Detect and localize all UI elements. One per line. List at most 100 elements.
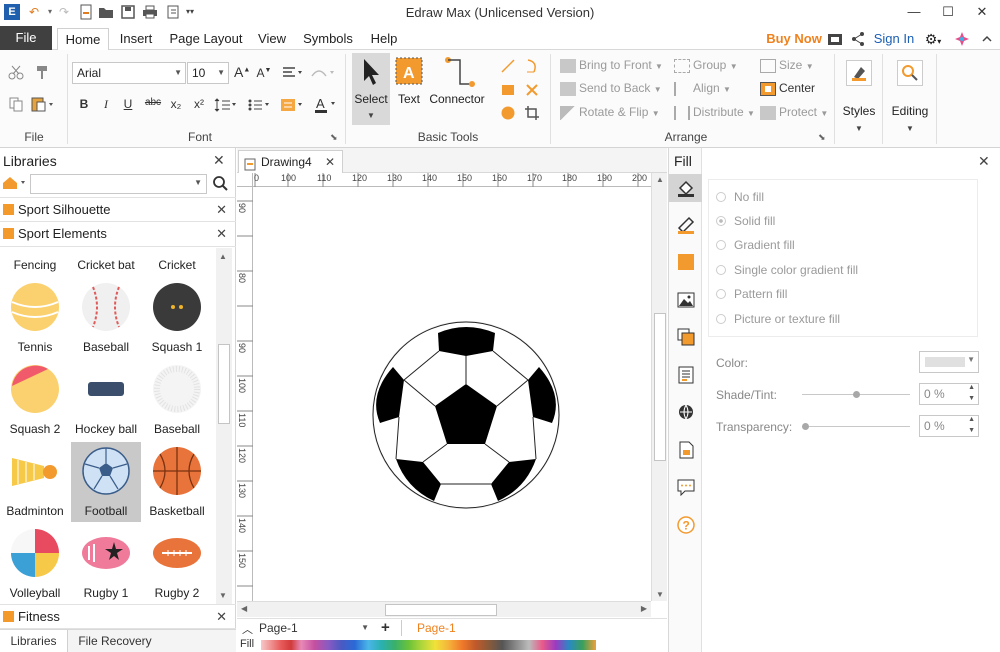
subscript-button[interactable]: x₂ — [168, 97, 184, 111]
shape-badminton[interactable]: Badminton — [0, 442, 70, 522]
fill-panel-close-icon[interactable]: ✕ — [978, 153, 990, 170]
active-page-tab[interactable]: Page-1 — [417, 621, 456, 635]
strikethrough-button[interactable]: abc — [142, 97, 164, 108]
maximize-button[interactable]: ☐ — [934, 2, 962, 22]
distribute-button[interactable]: Distribute ▼ — [674, 105, 755, 120]
rotate-flip-button[interactable]: Rotate & Flip ▼ — [560, 105, 660, 120]
tab-home[interactable]: Home — [57, 28, 109, 51]
copy-icon[interactable] — [8, 96, 24, 115]
underline-button[interactable]: U — [120, 97, 136, 111]
connector-tool-button[interactable]: Connector — [426, 56, 488, 126]
close-library-icon[interactable]: ✕ — [216, 198, 227, 222]
radio-picture-texture-fill[interactable]: Picture or texture fill — [716, 312, 840, 326]
font-size-select[interactable]: 10 ▼ — [187, 62, 229, 84]
scrollbar-thumb[interactable] — [654, 313, 666, 461]
select-tool-button[interactable]: Select ▼ — [352, 53, 390, 125]
shape-cricket-bat[interactable]: Cricket bat — [71, 248, 141, 276]
radio-solid-fill[interactable]: Solid fill — [716, 214, 775, 228]
color-swatches[interactable] — [261, 640, 596, 650]
rectangle-tool-icon[interactable] — [500, 82, 516, 101]
text-tool-button[interactable]: A Text — [394, 56, 424, 126]
line-spacing-icon[interactable] — [214, 98, 236, 115]
shape-squash-1[interactable]: Squash 1 — [142, 278, 212, 358]
color-picker[interactable]: ▼ — [919, 351, 979, 373]
apps-icon[interactable] — [952, 28, 972, 50]
transparency-slider[interactable] — [802, 423, 910, 430]
shape-gallery-scrollbar[interactable]: ▲ ▼ — [216, 248, 232, 604]
shrink-font-button[interactable]: A▼ — [256, 66, 272, 80]
format-painter-icon[interactable] — [34, 64, 50, 83]
text-direction-icon[interactable] — [310, 66, 336, 83]
tab-page-layout[interactable]: Page Layout — [164, 28, 248, 50]
store-icon[interactable] — [826, 28, 844, 50]
shade-slider[interactable] — [802, 391, 910, 398]
shape-football[interactable]: Football — [71, 442, 141, 522]
paste-icon[interactable] — [30, 96, 54, 115]
font-dialog-launcher-icon[interactable]: ⬊ — [330, 132, 338, 143]
layer-icon[interactable] — [677, 328, 695, 346]
ellipse-tool-icon[interactable] — [500, 105, 516, 124]
minimize-button[interactable]: — — [900, 2, 928, 22]
shape-baseball[interactable]: Baseball — [71, 278, 141, 358]
hyperlink-icon[interactable] — [677, 403, 695, 421]
library-search-input[interactable]: ▼ — [30, 174, 207, 194]
shape-cricket[interactable]: Cricket — [142, 248, 212, 276]
radio-single-color-gradient-fill[interactable]: Single color gradient fill — [716, 263, 858, 277]
sign-in-link[interactable]: Sign In — [872, 28, 916, 50]
tab-libraries[interactable]: Libraries — [0, 630, 68, 652]
size-button[interactable]: Size ▼ — [760, 58, 814, 73]
settings-gear-icon[interactable]: ⚙▾ — [920, 28, 946, 50]
font-name-select[interactable]: Arial ▼ — [72, 62, 186, 84]
font-color-button[interactable]: A — [314, 96, 338, 117]
library-home-icon[interactable] — [2, 175, 28, 194]
close-document-icon[interactable]: ✕ — [325, 151, 335, 173]
collapse-ribbon-icon[interactable] — [978, 28, 996, 50]
align-button[interactable]: Align ▼ — [674, 81, 731, 96]
close-button[interactable]: ✕ — [968, 2, 996, 22]
line-icon[interactable] — [677, 216, 695, 234]
document-tab[interactable]: Drawing4 ✕ — [238, 150, 343, 173]
comment-icon[interactable] — [677, 478, 695, 496]
shape-tennis[interactable]: Tennis — [0, 278, 70, 358]
cross-tool-icon[interactable] — [524, 82, 540, 101]
buy-now-link[interactable]: Buy Now — [764, 28, 824, 50]
protect-button[interactable]: Protect ▼ — [760, 105, 828, 120]
close-library-icon[interactable]: ✕ — [216, 605, 227, 629]
arc-tool-icon[interactable] — [524, 58, 540, 77]
fill-icon[interactable] — [677, 179, 695, 197]
add-page-icon[interactable]: + — [381, 619, 390, 636]
radio-pattern-fill[interactable]: Pattern fill — [716, 287, 787, 301]
image-icon[interactable] — [677, 291, 695, 309]
tab-file-recovery[interactable]: File Recovery — [70, 630, 160, 652]
tab-insert[interactable]: Insert — [112, 28, 160, 50]
tab-file[interactable]: File — [0, 26, 52, 50]
library-search-icon[interactable] — [212, 175, 228, 194]
page-icon[interactable] — [677, 366, 695, 384]
arrange-dialog-launcher-icon[interactable]: ⬊ — [818, 132, 826, 143]
share-icon[interactable] — [849, 28, 867, 50]
tab-view[interactable]: View — [252, 28, 292, 50]
library-section-sport-silhouette[interactable]: Sport Silhouette ✕ — [0, 197, 236, 222]
shape-fencing[interactable]: Fencing — [0, 248, 70, 276]
text-align-icon[interactable] — [282, 66, 304, 83]
canvas-vertical-scrollbar[interactable]: ▲ ▼ — [651, 173, 667, 601]
text-highlight-icon[interactable] — [280, 97, 304, 116]
shape-volleyball[interactable]: Volleyball — [0, 524, 70, 604]
attachment-icon[interactable] — [677, 441, 695, 459]
collapse-pages-icon[interactable]: ︿ — [242, 621, 253, 637]
crop-tool-icon[interactable] — [524, 105, 540, 124]
shape-rugby-1[interactable]: Rugby 1 — [71, 524, 141, 604]
italic-button[interactable]: I — [98, 97, 114, 112]
group-button[interactable]: Group ▼ — [674, 58, 738, 73]
shape-basketball[interactable]: Basketball — [142, 442, 212, 522]
soccer-ball-shape[interactable] — [253, 187, 651, 601]
help-icon[interactable]: ? — [677, 516, 695, 534]
scrollbar-thumb[interactable] — [218, 344, 230, 424]
close-library-icon[interactable]: ✕ — [216, 222, 227, 246]
library-section-fitness[interactable]: Fitness ✕ — [0, 604, 236, 629]
radio-gradient-fill[interactable]: Gradient fill — [716, 238, 795, 252]
editing-button[interactable]: Editing ▼ — [888, 56, 932, 136]
shadow-icon[interactable] — [677, 253, 695, 271]
shade-tint-input[interactable]: 0 % ▲ ▼ — [919, 383, 979, 405]
canvas-horizontal-scrollbar[interactable]: ◀ ▶ — [237, 601, 651, 617]
